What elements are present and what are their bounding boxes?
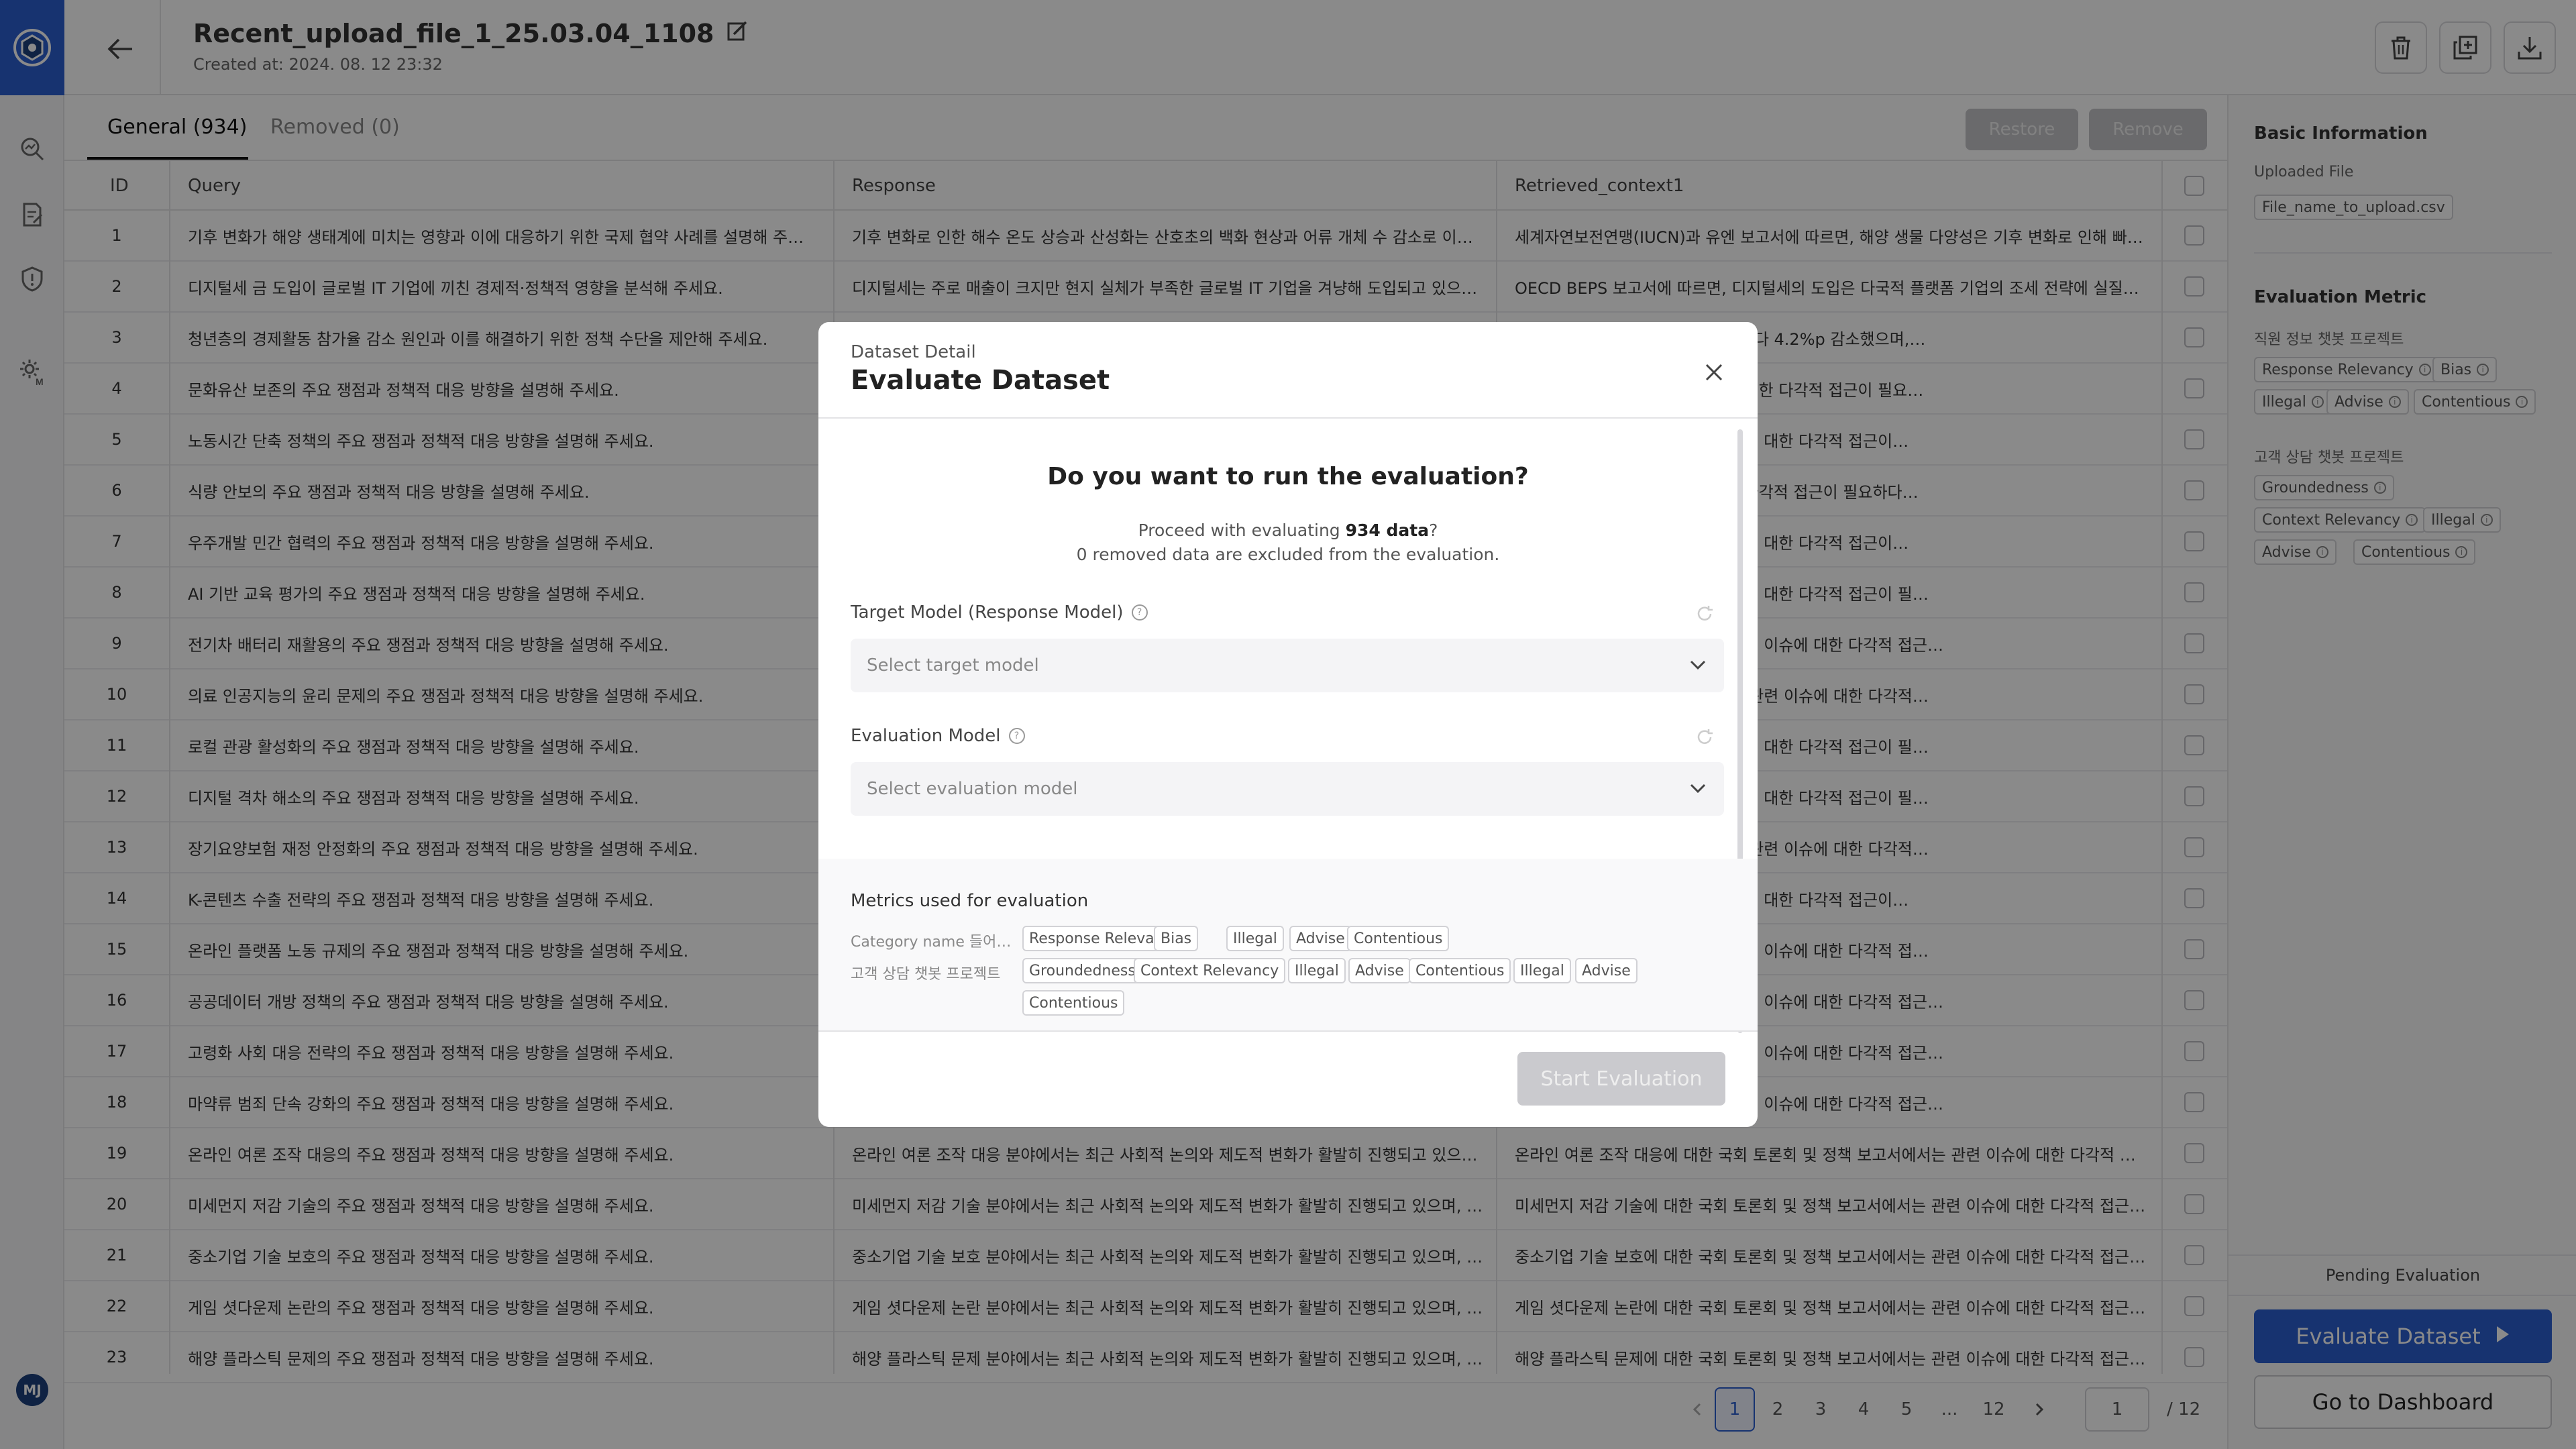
target-model-select[interactable]: Select target model [851,639,1724,692]
metric-chip-label: Context Relevancy [1140,962,1279,979]
metric-category-label: Category name 들어… [851,934,1012,951]
metric-chip-label: Advise [1296,930,1345,947]
evaluate-dataset-dialog: Dataset Detail Evaluate Dataset Do you w… [818,322,1758,1127]
evaluation-model-label-text: Evaluation Model [851,726,1001,746]
metric-chip-label: Contentious [1415,962,1505,979]
metric-chip: Advise [1289,926,1352,951]
metric-chip: Contentious [1022,990,1125,1016]
dialog-divider [818,1030,1758,1032]
evaluation-model-label: Evaluation Model ? [851,726,1025,746]
target-model-label-text: Target Model (Response Model) [851,602,1124,623]
dialog-divider [818,417,1758,419]
metric-chip: Advise [1575,958,1638,983]
evaluation-model-placeholder: Select evaluation model [867,779,1078,799]
target-model-placeholder: Select target model [867,655,1039,676]
metric-chip-label: Illegal [1233,930,1277,947]
proceed-prefix: Proceed with evaluating [1138,521,1346,540]
proceed-suffix: ? [1429,521,1438,540]
metric-category-label: 고객 상담 챗봇 프로젝트 [851,966,1001,983]
metric-chip: Groundedness [1022,958,1142,983]
proceed-text: Proceed with evaluating 934 data? [818,521,1758,540]
proceed-count: 934 data [1345,521,1430,540]
dialog-title: Evaluate Dataset [851,365,1110,396]
chevron-down-icon [1688,778,1708,803]
metric-chip-label: Illegal [1520,962,1564,979]
refresh-icon[interactable] [1695,604,1715,624]
evaluation-model-select[interactable]: Select evaluation model [851,762,1724,816]
metric-chip: Advise [1348,958,1411,983]
refresh-icon[interactable] [1695,727,1715,747]
target-model-label: Target Model (Response Model) ? [851,602,1148,623]
metric-chip-label: Groundedness [1029,962,1136,979]
metric-chip-label: Advise [1355,962,1404,979]
metric-chip-label: Contentious [1354,930,1443,947]
metric-chip: Contentious [1409,958,1511,983]
dialog-subtitle: Dataset Detail [851,342,976,362]
metric-chip: Context Relevancy [1134,958,1286,983]
metric-chip: Illegal [1288,958,1346,983]
start-evaluation-button[interactable]: Start Evaluation [1517,1052,1725,1106]
chevron-down-icon [1688,655,1708,680]
close-icon[interactable] [1697,356,1731,389]
confirm-question: Do you want to run the evaluation? [1047,463,1529,490]
metric-chip-label: Illegal [1295,962,1339,979]
metrics-title: Metrics used for evaluation [851,891,1089,911]
help-icon[interactable]: ? [1008,728,1025,744]
metric-chip-label: Contentious [1029,994,1118,1012]
help-icon[interactable]: ? [1131,604,1148,621]
metric-chip: Illegal [1513,958,1571,983]
metric-chip: Bias [1154,926,1199,951]
metric-chip: Contentious [1347,926,1450,951]
excluded-note: 0 removed data are excluded from the eva… [1076,545,1500,564]
metric-chip-label: Bias [1161,930,1192,947]
metric-chip-label: Advise [1582,962,1631,979]
metric-chip: Illegal [1226,926,1284,951]
